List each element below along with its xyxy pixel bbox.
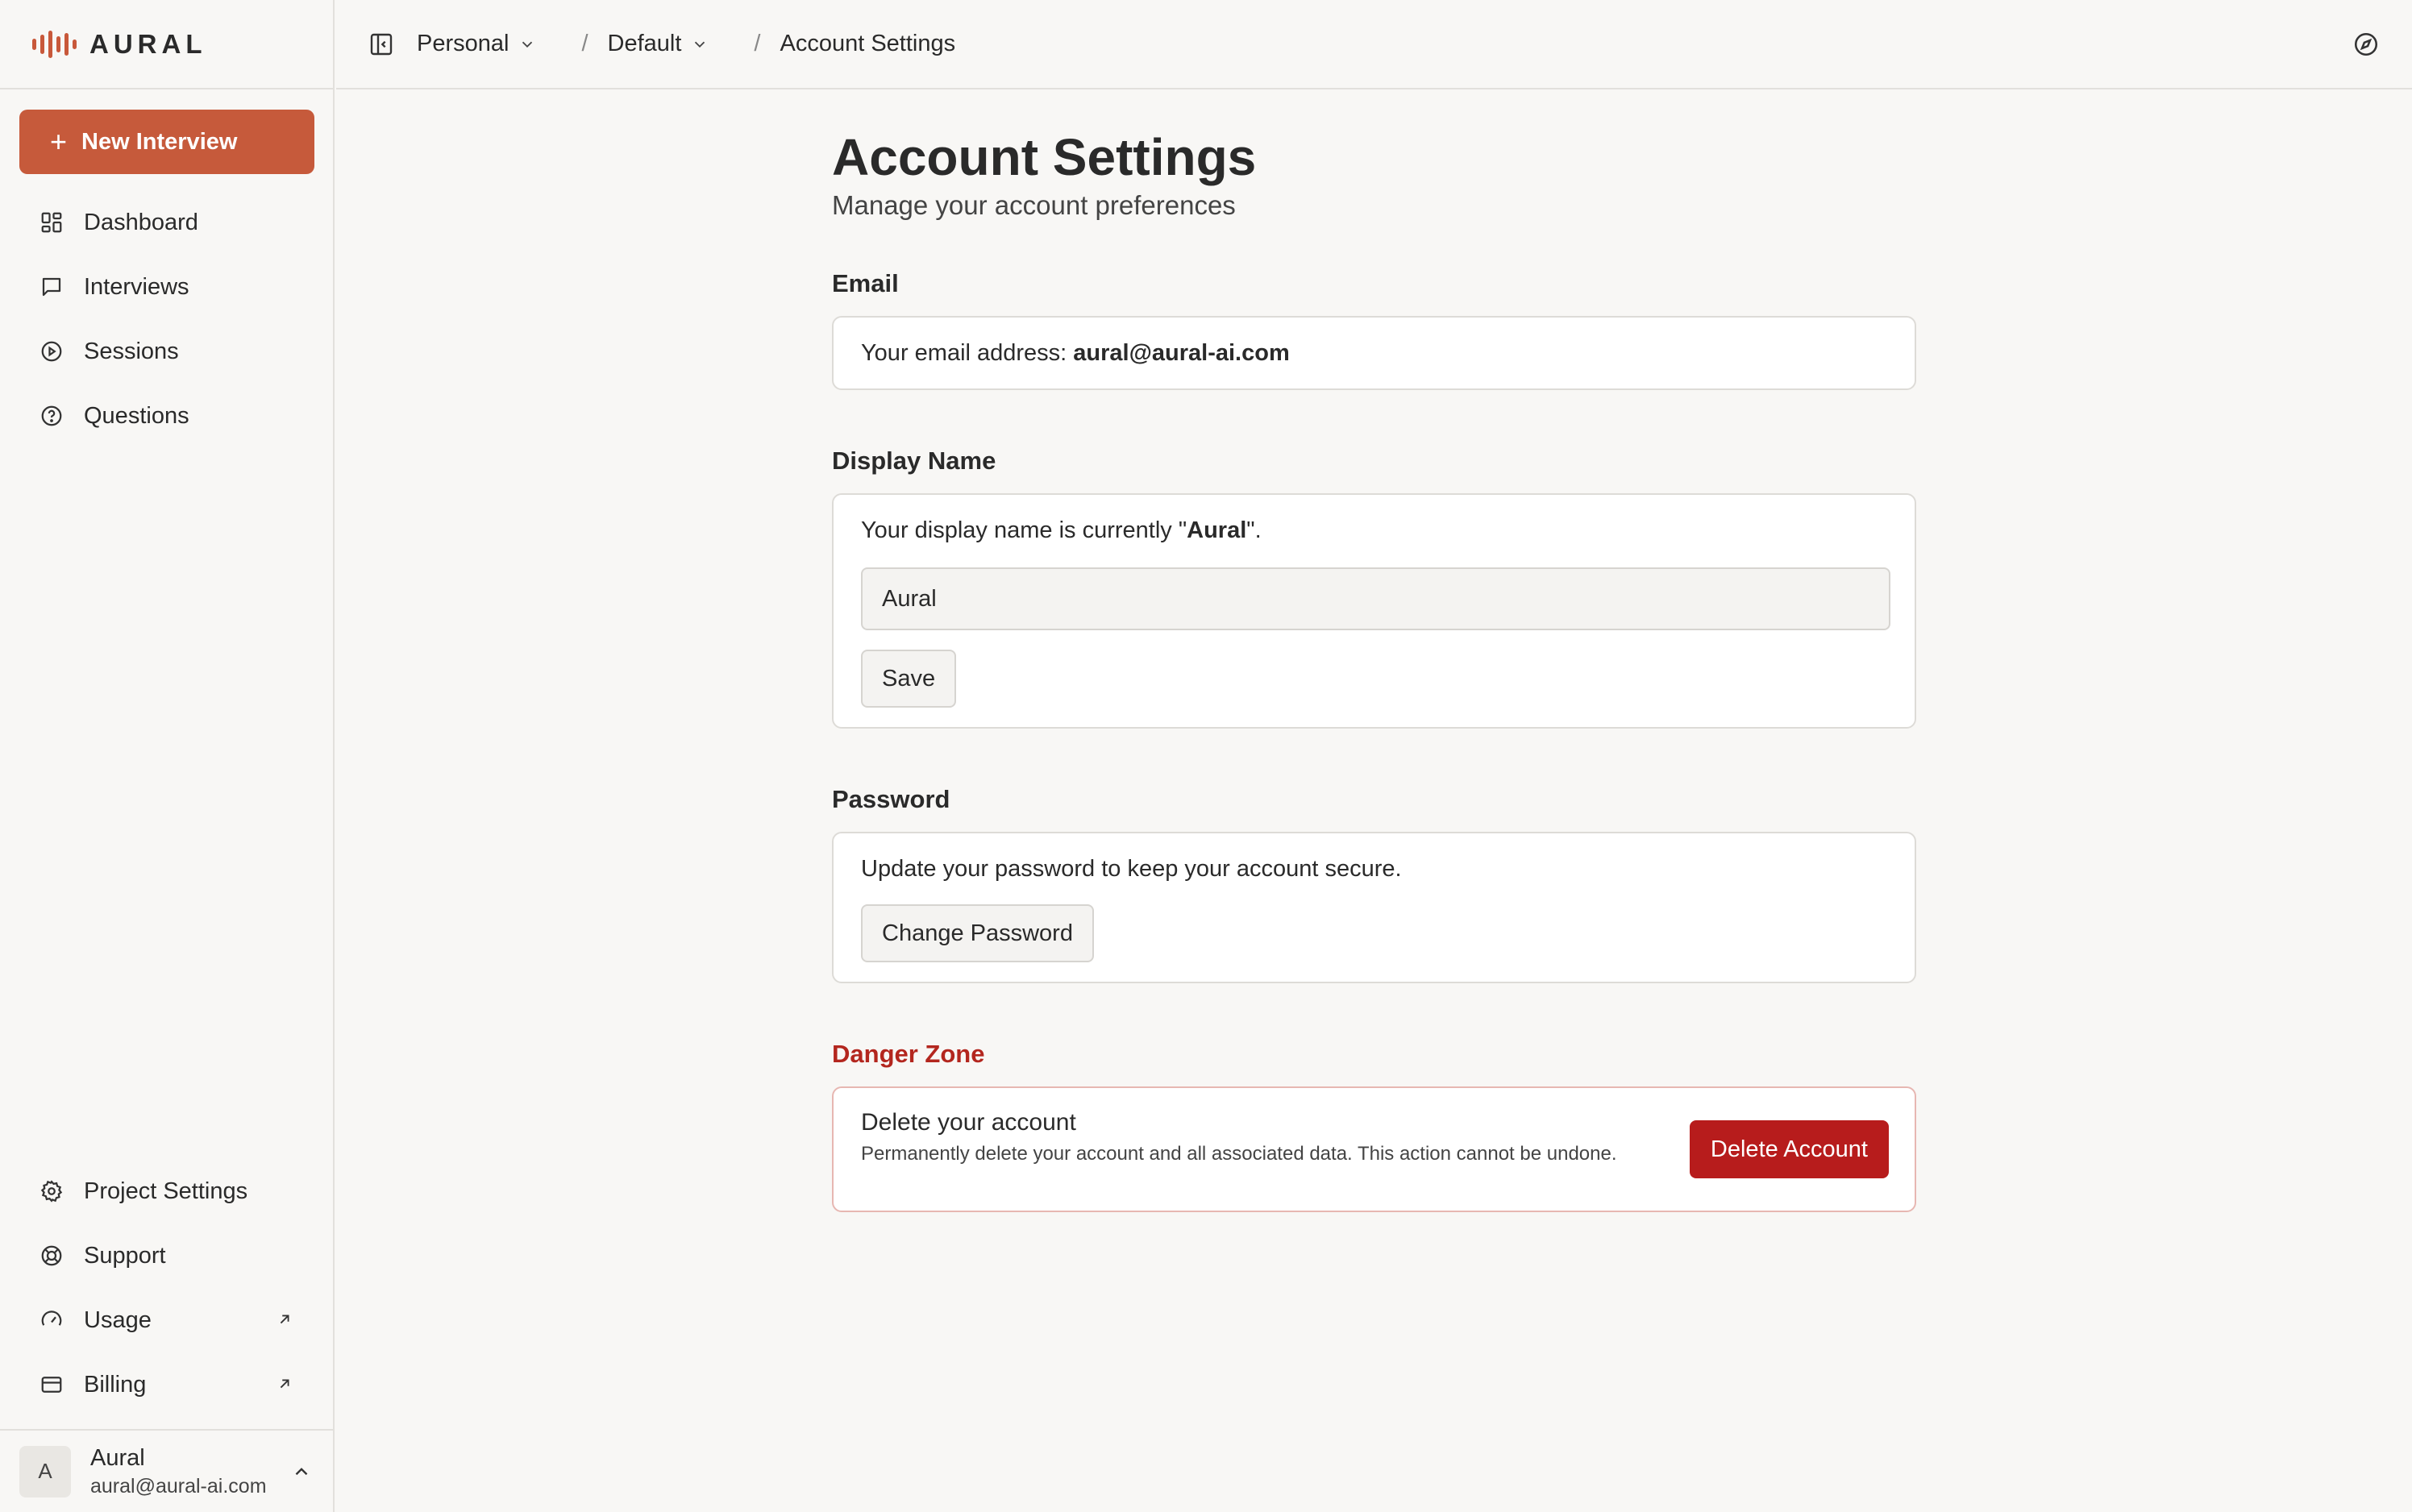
app-root: AURAL + New Interview Dashboard Intervie… bbox=[0, 0, 2412, 1512]
display-name-text: Your display name is currently "Aural". bbox=[861, 517, 1262, 544]
user-email: aural@aural-ai.com bbox=[90, 1474, 267, 1497]
delete-account-heading: Delete your account bbox=[861, 1109, 1076, 1136]
sidebar-item-billing[interactable]: Billing bbox=[19, 1359, 314, 1410]
breadcrumb-default[interactable]: Default bbox=[608, 31, 709, 57]
page-subtitle: Manage your account preferences bbox=[832, 190, 1236, 220]
gauge-icon bbox=[39, 1307, 64, 1333]
sidebar-item-dashboard[interactable]: Dashboard bbox=[19, 197, 314, 248]
external-link-icon bbox=[280, 1379, 289, 1389]
sidebar-item-label: Support bbox=[84, 1242, 166, 1269]
logo-text: AURAL bbox=[89, 28, 207, 59]
breadcrumb-current: Account Settings bbox=[780, 31, 956, 56]
sidebar-item-label: Sessions bbox=[84, 338, 179, 364]
sidebar-item-label: Billing bbox=[84, 1371, 147, 1398]
breadcrumb: Personal / Default / Account Settings bbox=[417, 31, 955, 57]
chat-icon bbox=[39, 274, 64, 300]
danger-zone-title: Danger Zone bbox=[832, 1040, 985, 1068]
password-description: Update your password to keep your accoun… bbox=[861, 856, 1402, 882]
logo-mark-icon bbox=[32, 30, 77, 58]
email-section-title: Email bbox=[832, 269, 899, 297]
chevron-down-icon bbox=[522, 41, 533, 48]
email-text: Your email address: aural@aural-ai.com bbox=[861, 340, 1290, 367]
compass-icon[interactable] bbox=[2352, 31, 2380, 58]
change-password-button[interactable]: Change Password bbox=[861, 904, 1094, 962]
page-title: Account Settings bbox=[832, 128, 1257, 186]
sidebar-item-label: Project Settings bbox=[84, 1178, 248, 1204]
password-section-title: Password bbox=[832, 785, 950, 813]
new-interview-button[interactable]: + New Interview bbox=[19, 110, 314, 174]
sidebar-item-label: Dashboard bbox=[84, 209, 198, 235]
breadcrumb-label: Default bbox=[607, 31, 682, 56]
breadcrumb-separator: / bbox=[754, 31, 761, 56]
gear-icon bbox=[39, 1178, 64, 1204]
credit-card-icon bbox=[39, 1372, 64, 1398]
sidebar-item-interviews[interactable]: Interviews bbox=[19, 261, 314, 313]
new-interview-label: New Interview bbox=[81, 128, 238, 155]
user-info: Aural aural@aural-ai.com bbox=[90, 1445, 267, 1498]
breadcrumb-personal[interactable]: Personal bbox=[417, 31, 536, 57]
user-name: Aural bbox=[90, 1444, 145, 1471]
sidebar: AURAL + New Interview Dashboard Intervie… bbox=[0, 0, 335, 1512]
help-circle-icon bbox=[39, 403, 64, 429]
display-name-section-title: Display Name bbox=[832, 447, 996, 475]
delete-account-description: Permanently delete your account and all … bbox=[861, 1143, 1617, 1165]
external-link-icon bbox=[280, 1315, 289, 1324]
sidebar-item-support[interactable]: Support bbox=[19, 1230, 314, 1281]
display-name-current: Aural bbox=[1187, 517, 1247, 543]
save-button[interactable]: Save bbox=[861, 650, 957, 708]
breadcrumb-separator: / bbox=[581, 31, 588, 56]
sidebar-toggle-icon[interactable] bbox=[368, 31, 394, 57]
display-name-prefix: Your display name is currently " bbox=[861, 517, 1187, 543]
sidebar-item-usage[interactable]: Usage bbox=[19, 1294, 314, 1346]
display-name-card: Your display name is currently "Aural". … bbox=[832, 493, 1916, 729]
sidebar-item-project-settings[interactable]: Project Settings bbox=[19, 1165, 314, 1217]
sidebar-item-sessions[interactable]: Sessions bbox=[19, 326, 314, 377]
user-menu[interactable]: A Aural aural@aural-ai.com bbox=[0, 1429, 335, 1512]
play-circle-icon bbox=[39, 339, 64, 364]
sidebar-item-label: Questions bbox=[84, 402, 189, 429]
lifebuoy-icon bbox=[39, 1243, 64, 1269]
delete-account-button[interactable]: Delete Account bbox=[1689, 1120, 1889, 1178]
topbar: Personal / Default / Account Settings bbox=[336, 0, 2412, 89]
avatar: A bbox=[19, 1445, 71, 1497]
sidebar-item-label: Usage bbox=[84, 1306, 152, 1333]
breadcrumb-label: Personal bbox=[417, 31, 509, 56]
display-name-input[interactable] bbox=[861, 567, 1890, 630]
sidebar-item-label: Interviews bbox=[84, 273, 189, 300]
display-name-suffix: ". bbox=[1246, 517, 1262, 543]
plus-icon: + bbox=[50, 125, 68, 158]
email-value: aural@aural-ai.com bbox=[1073, 340, 1290, 366]
chevron-down-icon bbox=[695, 41, 705, 48]
sidebar-item-questions[interactable]: Questions bbox=[19, 390, 314, 442]
dashboard-icon bbox=[39, 210, 64, 235]
password-card: Update your password to keep your accoun… bbox=[832, 832, 1916, 983]
logo[interactable]: AURAL bbox=[0, 0, 335, 89]
email-prefix: Your email address: bbox=[861, 340, 1074, 366]
chevron-up-icon[interactable] bbox=[291, 1461, 312, 1482]
email-card: Your email address: aural@aural-ai.com bbox=[832, 316, 1916, 390]
danger-zone-card: Delete your account Permanently delete y… bbox=[832, 1086, 1916, 1212]
